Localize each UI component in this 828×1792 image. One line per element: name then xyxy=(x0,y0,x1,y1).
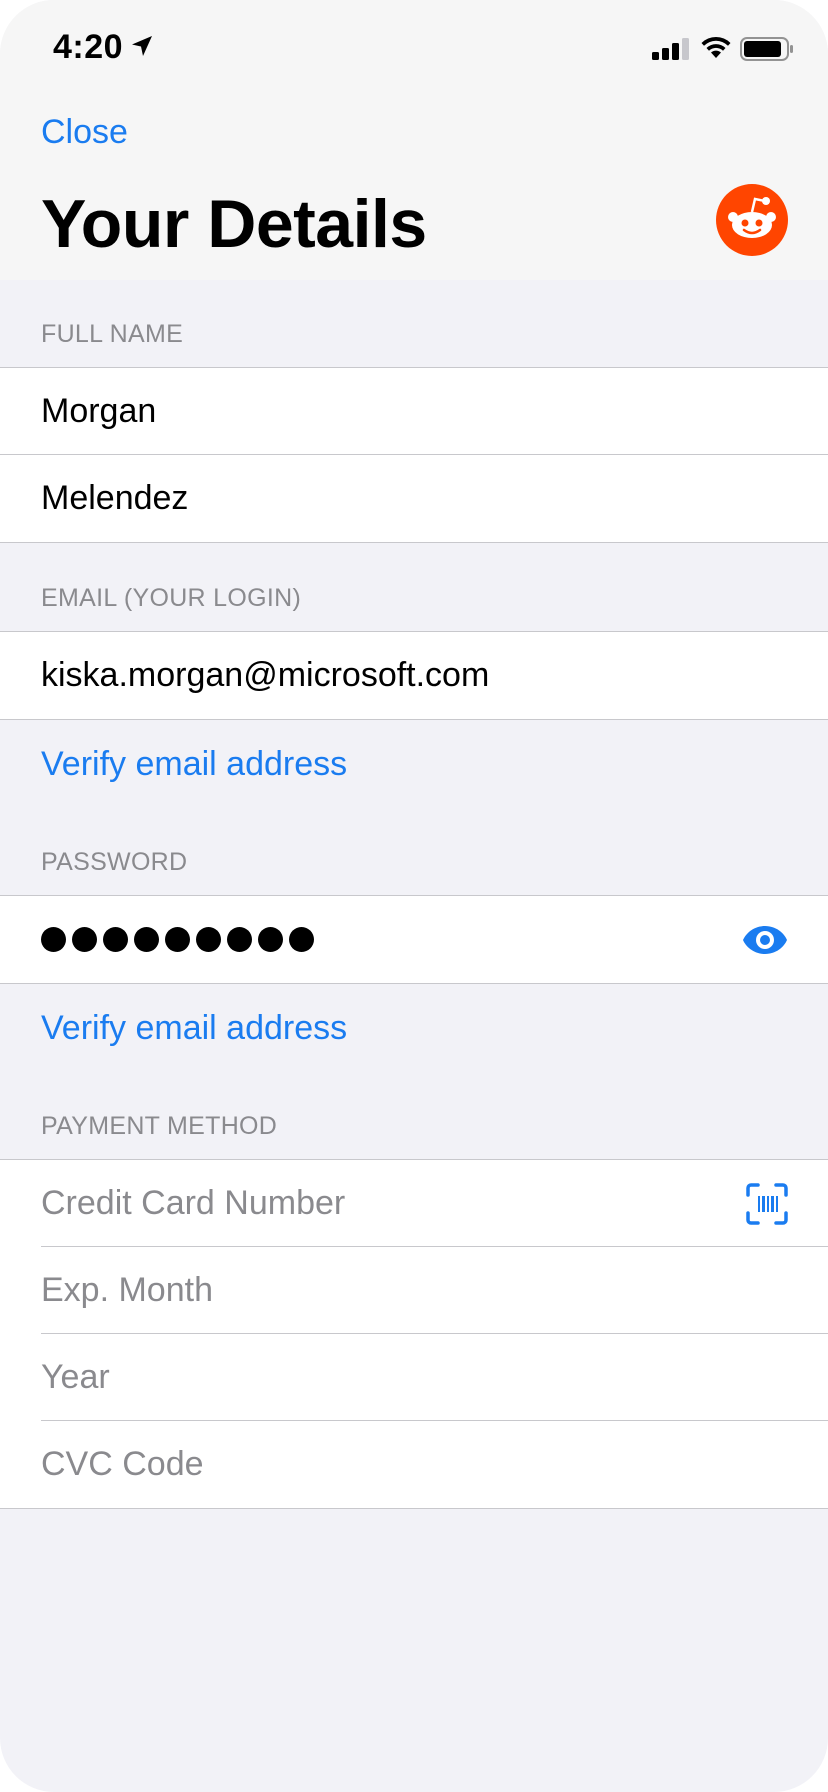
full-name-header: FULL NAME xyxy=(41,320,184,348)
last-name-field[interactable]: Melendez xyxy=(0,455,828,542)
password-dot xyxy=(196,927,221,952)
wifi-icon xyxy=(701,36,731,58)
verify-email-link[interactable]: Verify email address xyxy=(41,745,347,784)
card-scan-icon[interactable] xyxy=(746,1182,788,1225)
first-name-field[interactable]: Morgan xyxy=(0,368,828,455)
screen: 4:20 Close Your Details FULL NAME Morgan xyxy=(0,0,828,1792)
password-header: PASSWORD xyxy=(41,848,188,876)
password-dot xyxy=(258,927,283,952)
payment-method-header: PAYMENT METHOD xyxy=(41,1112,278,1140)
password-dot xyxy=(72,927,97,952)
first-name-value: Morgan xyxy=(41,391,157,430)
payment-group: Credit Card Number Exp. Month Year CVC C… xyxy=(0,1159,828,1509)
last-name-value: Melendez xyxy=(41,479,189,517)
reddit-logo-icon xyxy=(716,184,788,256)
email-value: kiska.morgan@microsoft.com xyxy=(41,656,490,694)
battery-icon xyxy=(740,37,793,61)
password-dot xyxy=(289,927,314,952)
password-dot xyxy=(103,927,128,952)
password-dot xyxy=(134,927,159,952)
password-field[interactable] xyxy=(0,896,828,983)
cellular-signal-icon xyxy=(652,38,689,60)
year-placeholder: Year xyxy=(41,1358,110,1396)
credit-card-number-placeholder: Credit Card Number xyxy=(41,1184,346,1222)
email-header: EMAIL (YOUR LOGIN) xyxy=(41,584,302,612)
password-dot xyxy=(41,927,66,952)
password-masked-value xyxy=(41,927,314,952)
password-dot xyxy=(227,927,252,952)
email-group: kiska.morgan@microsoft.com xyxy=(0,631,828,720)
cvc-code-placeholder: CVC Code xyxy=(41,1445,204,1483)
full-name-group: Morgan Melendez xyxy=(0,367,828,543)
exp-month-placeholder: Exp. Month xyxy=(41,1271,213,1309)
year-field[interactable]: Year xyxy=(0,1334,828,1421)
credit-card-number-field[interactable]: Credit Card Number xyxy=(0,1160,828,1247)
close-button[interactable]: Close xyxy=(41,113,128,152)
email-field[interactable]: kiska.morgan@microsoft.com xyxy=(0,632,828,719)
page-title: Your Details xyxy=(41,186,427,262)
exp-month-field[interactable]: Exp. Month xyxy=(0,1247,828,1334)
eye-icon[interactable] xyxy=(742,925,788,955)
verify-email-link-2[interactable]: Verify email address xyxy=(41,1009,347,1048)
status-time: 4:20 xyxy=(53,28,124,66)
cvc-code-field[interactable]: CVC Code xyxy=(0,1421,828,1508)
location-arrow-icon xyxy=(132,36,152,56)
password-dot xyxy=(165,927,190,952)
password-group xyxy=(0,895,828,984)
